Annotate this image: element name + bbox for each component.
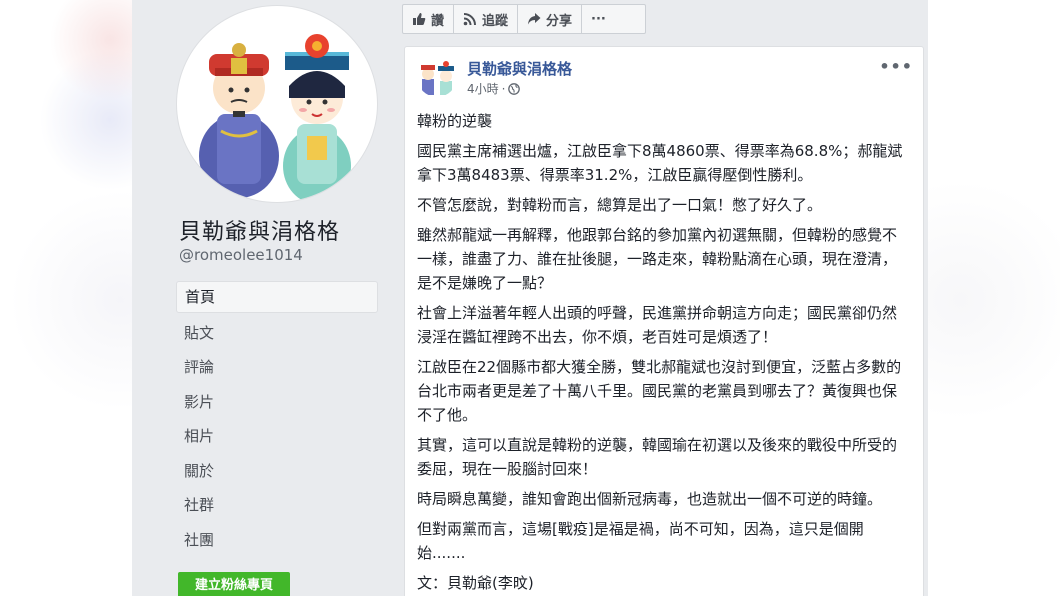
more-icon: ···: [591, 11, 606, 27]
facebook-page: 貝勒爺與涓格格 @romeolee1014 首頁 貼文 評論 影片 相片 關於 …: [132, 0, 928, 596]
left-column: 貝勒爺與涓格格 @romeolee1014 首頁 貼文 評論 影片 相片 關於 …: [132, 0, 388, 596]
post-meta: 4小時 ·: [467, 80, 521, 97]
rss-follow-icon: [463, 13, 477, 26]
like-button[interactable]: 讚: [403, 5, 455, 33]
meta-separator: ·: [501, 81, 506, 96]
nav-item-groups[interactable]: 社團: [176, 523, 378, 558]
nav-item-photos[interactable]: 相片: [176, 419, 378, 454]
post-signature: 文：貝勒爺(李旼): [417, 574, 534, 592]
post-paragraph: 時局瞬息萬變，誰知會跑出個新冠病毒，也造就出一個不可逆的時鐘。: [417, 490, 883, 508]
page-action-bar: 讚 追蹤 分享 ···: [402, 4, 646, 34]
nav-item-home[interactable]: 首頁: [176, 281, 378, 313]
nav-item-community[interactable]: 社群: [176, 488, 378, 523]
post-paragraph: 雖然郝龍斌一再解釋，他跟郭台銘的參加黨內初選無關，但韓粉的感覺不一樣，誰盡了力、…: [417, 226, 898, 292]
nav-item-posts[interactable]: 貼文: [176, 316, 378, 351]
cartoon-couple-illustration: [199, 34, 351, 202]
page-username[interactable]: @romeolee1014: [179, 246, 303, 264]
post-body: 韓粉的逆襲 國民黨主席補選出爐，江啟臣拿下8萬4860票、得票率為68.8%；郝…: [417, 109, 909, 596]
post-paragraph: 國民黨主席補選出爐，江啟臣拿下8萬4860票、得票率為68.8%；郝龍斌拿下3萬…: [417, 142, 903, 184]
follow-label: 追蹤: [482, 13, 509, 29]
globe-icon[interactable]: [508, 82, 521, 95]
post-paragraph: 不管怎麼說，對韓粉而言，總算是出了一口氣！憋了好久了。: [417, 196, 823, 214]
post-card: 貝勒爺與涓格格 4小時 · ••• 韓粉的逆襲 國民黨主席補選出爐，江啟臣拿下8…: [404, 46, 924, 596]
share-label: 分享: [546, 13, 573, 29]
post-author-name[interactable]: 貝勒爺與涓格格: [467, 58, 572, 79]
page-title: 貝勒爺與涓格格: [179, 220, 341, 245]
post-options-button[interactable]: •••: [879, 57, 913, 76]
nav-item-reviews[interactable]: 評論: [176, 350, 378, 385]
follow-button[interactable]: 追蹤: [454, 5, 519, 33]
create-page-button[interactable]: 建立粉絲專頁: [178, 572, 290, 596]
post-paragraph: 但對兩黨而言，這場[戰疫]是福是禍，尚不可知，因為，這只是個開始.......: [417, 520, 864, 562]
post-author-avatar[interactable]: [417, 57, 457, 97]
post-paragraph: 社會上洋溢著年輕人出頭的呼聲，民進黨拼命朝這方向走；國民黨卻仍然浸淫在醬缸裡跨不…: [417, 304, 898, 346]
nav-item-about[interactable]: 關於: [176, 454, 378, 489]
thumbs-up-icon: [413, 13, 426, 25]
more-actions-button[interactable]: ···: [582, 5, 615, 33]
post-paragraph: 韓粉的逆襲: [417, 112, 493, 130]
page-nav: 首頁 貼文 評論 影片 相片 關於 社群 社團: [176, 281, 378, 557]
page-profile-picture[interactable]: [177, 6, 377, 202]
post-timestamp[interactable]: 4小時: [467, 80, 499, 97]
share-button[interactable]: 分享: [518, 5, 583, 33]
like-label: 讚: [431, 13, 445, 29]
cartoon-couple-thumbnail: [421, 61, 454, 95]
share-arrow-icon: [528, 13, 541, 25]
nav-item-videos[interactable]: 影片: [176, 385, 378, 420]
post-paragraph: 江啟臣在22個縣市都大獲全勝，雙北郝龍斌也沒討到便宜，泛藍占多數的台北市兩者更是…: [417, 358, 902, 424]
post-paragraph: 其實，這可以直說是韓粉的逆襲，韓國瑜在初選以及後來的戰役中所受的委屈，現在一股腦…: [417, 436, 898, 478]
